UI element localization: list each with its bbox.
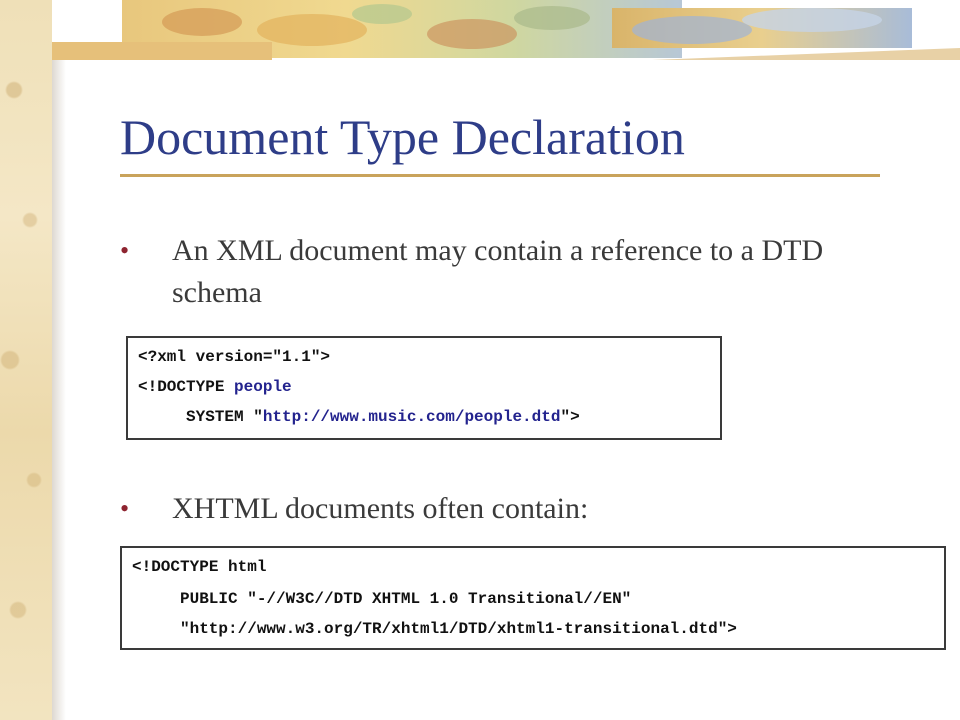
bullet-item: • An XML document may contain a referenc… [120, 230, 910, 320]
slide-title: Document Type Declaration [120, 109, 685, 165]
code-line: "http://www.w3.org/TR/xhtml1/DTD/xhtml1-… [180, 620, 737, 638]
page-shadow [52, 60, 66, 720]
title-underline [120, 174, 880, 177]
code-url: http://www.music.com/people.dtd [262, 408, 561, 426]
slide: Document Type Declaration • An XML docum… [0, 0, 960, 720]
code-block-xhtml-doctype: <!DOCTYPE html PUBLIC "-//W3C//DTD XHTML… [120, 546, 946, 650]
code-line: PUBLIC "-//W3C//DTD XHTML 1.0 Transition… [180, 590, 632, 608]
code-text: <?xml version="1.1"> [138, 348, 331, 366]
parchment-border [0, 0, 52, 720]
bullet-item: • XHTML documents often contain: [120, 488, 910, 530]
code-line: <!DOCTYPE people [138, 378, 292, 396]
code-text: SYSTEM " [186, 408, 263, 426]
code-doctype-name: people [234, 378, 292, 396]
code-line: <!DOCTYPE html [132, 558, 267, 576]
bullet-marker: • [120, 494, 130, 523]
bullet-text: An XML document may contain a reference … [172, 234, 824, 309]
code-text: "> [560, 408, 580, 426]
code-keyword: <!DOCTYPE [138, 378, 225, 396]
code-line: SYSTEM "http://www.music.com/people.dtd"… [186, 408, 580, 426]
leaf-decoration-banner [52, 0, 960, 60]
code-block-xml-doctype: <?xml version="1.1"> <!DOCTYPE people SY… [126, 336, 722, 440]
bullet-text: XHTML documents often contain: [172, 492, 589, 525]
code-line: <?xml version="1.1"> [138, 348, 330, 366]
bullet-marker: • [120, 236, 130, 265]
